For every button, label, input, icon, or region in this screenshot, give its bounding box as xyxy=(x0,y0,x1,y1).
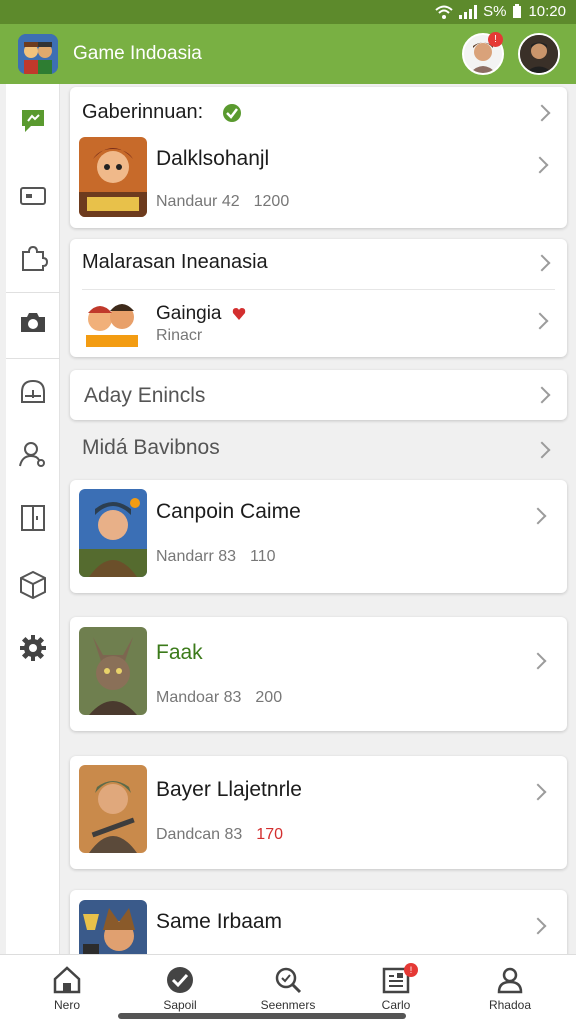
settings-icon[interactable] xyxy=(17,632,49,664)
nav-label: Rhadoa xyxy=(488,998,532,1012)
nav-badge: ! xyxy=(404,963,418,977)
wifi-icon xyxy=(435,5,453,19)
meta-label: Nandarr 83 xyxy=(156,548,237,565)
featured-card[interactable]: Gaberinnuan: Dalklsohanjl Nandaur 42 1200 xyxy=(70,87,567,228)
nav-profile[interactable]: Rhadoa xyxy=(470,965,550,1012)
meta-count: 200 xyxy=(255,689,283,706)
nav-home[interactable]: Nero xyxy=(27,965,107,1012)
meta-label: Mandoar 83 xyxy=(156,689,242,706)
chat-bubble-icon[interactable] xyxy=(17,104,49,136)
profile-icon xyxy=(497,967,523,994)
game-meta: Dandcan 83 170 xyxy=(156,826,283,844)
chevron-right-icon[interactable] xyxy=(529,507,547,525)
section-header: Gaberinnuan: xyxy=(82,101,204,123)
chevron-right-icon[interactable] xyxy=(533,254,551,272)
user-search-icon[interactable] xyxy=(17,438,49,470)
game-card[interactable]: Faak Mandoar 83 200 xyxy=(70,617,567,731)
chevron-right-icon[interactable] xyxy=(531,312,549,330)
search-icon xyxy=(275,967,302,994)
game-thumbnail[interactable] xyxy=(82,295,142,350)
app-title: Game Indoasia xyxy=(73,43,202,64)
home-icon xyxy=(53,966,81,994)
category-card[interactable]: Malarasan Ineanasia Gaingia Rinacr xyxy=(70,239,567,357)
nav-search[interactable]: Seenmers xyxy=(248,965,328,1012)
meta-count: 170 xyxy=(256,826,283,843)
nav-label: Carlo xyxy=(381,998,411,1012)
verified-check-icon xyxy=(223,104,241,122)
game-title: Dalklsohanjl xyxy=(156,147,270,170)
nav-label: Sapoil xyxy=(163,998,197,1012)
panel-icon[interactable] xyxy=(17,502,49,534)
game-card[interactable]: Canpoin Caime Nandarr 83 110 xyxy=(70,480,567,593)
chevron-right-icon[interactable] xyxy=(533,104,551,122)
meta-count: 1200 xyxy=(253,193,290,210)
nav-label: Seenmers xyxy=(260,998,316,1012)
signal-icon xyxy=(459,4,478,19)
section-label[interactable]: Midá Bavibnos xyxy=(82,436,576,460)
game-thumbnail[interactable] xyxy=(79,137,147,217)
chevron-right-icon[interactable] xyxy=(529,917,547,935)
game-title: Canpoin Caime xyxy=(156,500,301,523)
game-title: Same Irbaam xyxy=(156,910,283,933)
game-title: Faak xyxy=(156,641,203,664)
notification-badge: ! xyxy=(488,32,503,47)
puzzle-icon[interactable] xyxy=(17,242,49,274)
game-meta: Nandaur 42 1200 xyxy=(156,193,289,211)
section-label: Aday Enincls xyxy=(84,384,206,407)
app-bar: Game Indoasia ! xyxy=(0,24,576,84)
status-bar: S% 10:20 xyxy=(0,0,576,24)
chevron-right-icon[interactable] xyxy=(531,156,549,174)
section-row[interactable]: Aday Enincls xyxy=(70,370,567,420)
game-sub: Rinacr xyxy=(156,327,203,344)
nav-saved[interactable]: Sapoil xyxy=(140,965,220,1012)
nav-cards[interactable]: ! Carlo xyxy=(356,963,436,1012)
card-icon[interactable] xyxy=(17,180,49,212)
meta-label: Nandaur 42 xyxy=(156,193,240,210)
battery-icon xyxy=(513,4,522,18)
check-circle-icon xyxy=(167,967,193,993)
app-logo-icon[interactable] xyxy=(18,34,58,74)
chevron-right-icon[interactable] xyxy=(529,783,547,801)
game-meta: Nandarr 83 110 xyxy=(156,548,276,566)
chevron-right-icon[interactable] xyxy=(529,652,547,670)
game-thumbnail[interactable] xyxy=(79,765,147,853)
meta-count: 110 xyxy=(250,548,276,565)
meta-label: Dandcan 83 xyxy=(156,826,243,843)
section-header: Malarasan Ineanasia xyxy=(82,251,268,273)
avatar-user[interactable] xyxy=(518,33,560,75)
box-icon[interactable] xyxy=(17,568,49,600)
game-thumbnail[interactable] xyxy=(79,489,147,577)
game-title: Gaingia xyxy=(156,303,222,324)
game-title: Bayer Llajetnrle xyxy=(156,778,302,801)
game-thumbnail[interactable] xyxy=(79,627,147,715)
home-indicator[interactable] xyxy=(118,1013,406,1019)
clock: 10:20 xyxy=(528,3,566,20)
game-meta: Mandoar 83 200 xyxy=(156,689,282,707)
nav-label: Nero xyxy=(53,998,80,1012)
dashboard-icon[interactable] xyxy=(17,376,49,408)
game-card[interactable]: Bayer Llajetnrle Dandcan 83 170 xyxy=(70,756,567,869)
main-content: Gaberinnuan: Dalklsohanjl Nandaur 42 1200… xyxy=(60,84,576,970)
side-rail xyxy=(6,84,60,954)
heart-icon xyxy=(232,308,246,320)
battery-percent: S% xyxy=(483,3,507,20)
camera-icon[interactable] xyxy=(17,306,49,338)
